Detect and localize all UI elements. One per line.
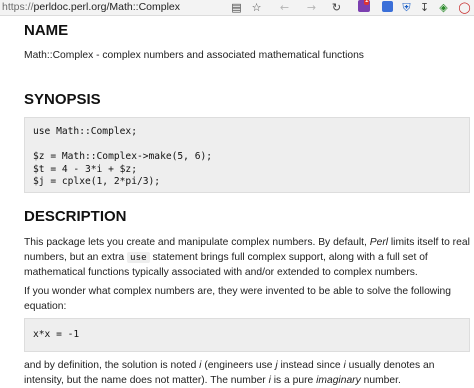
url-scheme: https:// <box>2 1 34 13</box>
emphasis: imaginary <box>316 375 361 386</box>
opera-icon[interactable]: ◯ <box>458 1 471 14</box>
description-paragraph-2: If you wonder what complex numbers are, … <box>24 286 451 312</box>
text-span: and by definition, the solution is noted <box>24 360 200 371</box>
code-line: $z = Math::Complex->make(5, 6); <box>33 151 213 162</box>
shield-icon[interactable]: ⛨ <box>400 1 413 14</box>
text-span: This package lets you create and manipul… <box>24 237 370 248</box>
code-line: $j = cplxe(1, 2*pi/3); <box>33 176 161 187</box>
reader-view-icon[interactable]: ▤ <box>230 1 243 14</box>
heading-name: NAME <box>24 22 69 39</box>
forward-icon[interactable]: → <box>305 1 318 14</box>
description-paragraph-1: This package lets you create and manipul… <box>24 235 470 280</box>
browser-toolbar: https://perldoc.perl.org/Math::Complex ▤… <box>0 0 474 16</box>
name-description: Math::Complex - complex numbers and asso… <box>24 50 364 61</box>
inline-code-use: use <box>127 252 150 263</box>
code-line: $t = 4 - 3*i + $z; <box>33 163 137 175</box>
back-icon[interactable]: ← <box>278 1 291 14</box>
text-span: number. <box>360 375 401 386</box>
equation-text: x*x = -1 <box>33 329 80 340</box>
download-icon[interactable]: ↧ <box>418 1 431 14</box>
text-span: instead since <box>277 360 344 371</box>
favorite-star-icon[interactable]: ☆ <box>250 1 263 14</box>
address-bar[interactable]: https://perldoc.perl.org/Math::Complex <box>2 0 180 15</box>
text-span: (engineers use <box>201 360 276 371</box>
notification-badge: 1 <box>364 0 370 5</box>
code-line: use Math::Complex; <box>33 126 137 137</box>
heading-description: DESCRIPTION <box>24 208 127 225</box>
url-text: perldoc.perl.org/Math::Complex <box>33 1 180 13</box>
text-span: is a pure <box>270 375 317 386</box>
reload-icon[interactable]: ↻ <box>330 1 343 14</box>
extension-icon[interactable] <box>382 1 393 12</box>
synopsis-code-block: use Math::Complex;$z = Math::Complex->ma… <box>24 117 470 193</box>
extensions-puzzle-icon[interactable]: ◈ <box>437 1 450 14</box>
description-paragraph-3: and by definition, the solution is noted… <box>24 358 470 388</box>
perl-emphasis: Perl <box>369 237 389 248</box>
heading-synopsis: SYNOPSIS <box>24 91 101 108</box>
equation-code-block: x*x = -1 <box>24 318 470 352</box>
